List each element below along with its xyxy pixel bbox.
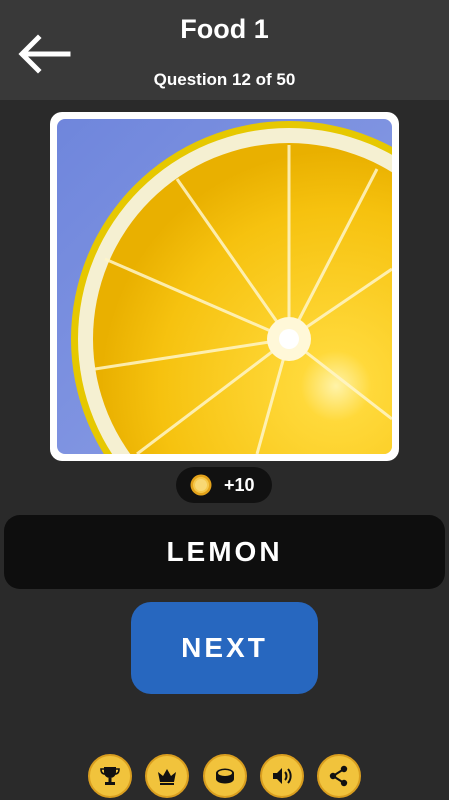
share-icon bbox=[329, 765, 348, 787]
reward-amount: +10 bbox=[224, 475, 255, 495]
leaderboard-button[interactable] bbox=[88, 754, 132, 798]
question-counter: Question 12 of 50 bbox=[153, 70, 296, 89]
coin-icon bbox=[190, 474, 212, 496]
sound-button[interactable] bbox=[260, 754, 304, 798]
crown-icon bbox=[158, 769, 176, 785]
achievements-button[interactable] bbox=[145, 754, 189, 798]
question-image-card bbox=[50, 112, 399, 461]
page-title: Food 1 bbox=[180, 14, 269, 44]
question-image bbox=[57, 119, 392, 454]
lemon-slice-image bbox=[57, 119, 392, 454]
coins-button[interactable] bbox=[203, 754, 247, 798]
sound-icon bbox=[273, 768, 292, 784]
reward-badge: +10 bbox=[176, 467, 272, 503]
trophy-icon bbox=[100, 767, 120, 785]
share-button[interactable] bbox=[317, 754, 361, 798]
answer-text: LEMON bbox=[166, 536, 283, 567]
app-screen: Food 1 Question 12 of 50 +10 LEMON NEXT bbox=[0, 0, 449, 800]
next-button[interactable]: NEXT bbox=[131, 602, 318, 694]
header-bar: Food 1 Question 12 of 50 bbox=[0, 0, 449, 100]
answer-box: LEMON bbox=[4, 515, 445, 589]
bottom-toolbar bbox=[0, 752, 449, 800]
coins-icon bbox=[216, 768, 234, 784]
